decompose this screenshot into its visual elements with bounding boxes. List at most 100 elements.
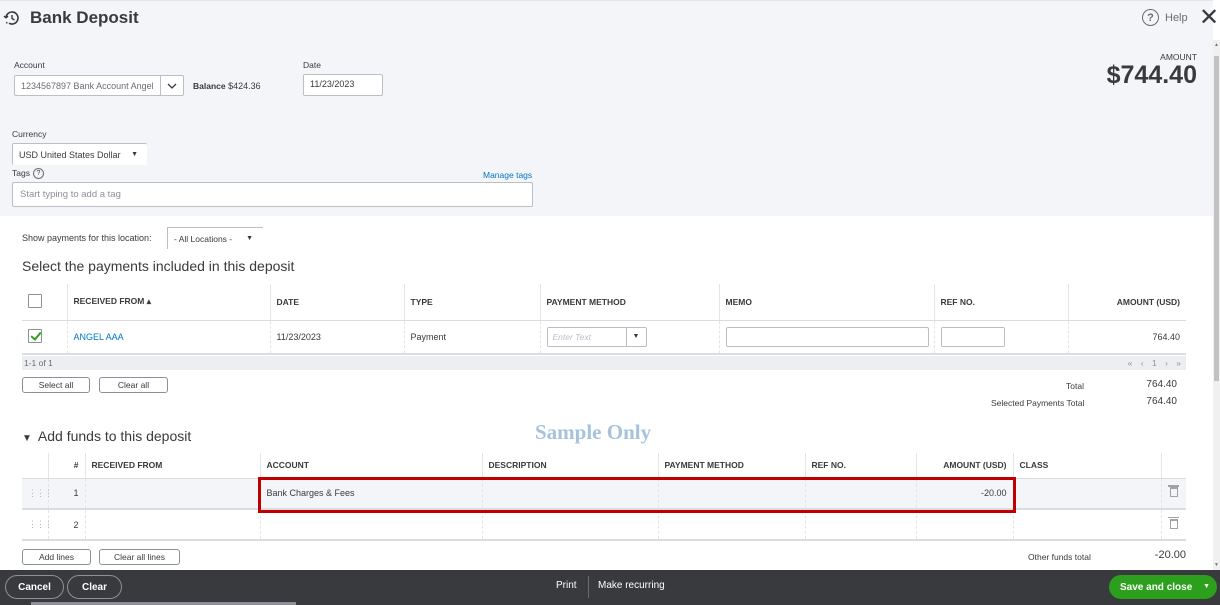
tags-label-wrap: Tags? — [12, 168, 44, 180]
add-funds-toggle[interactable]: ▼ Add funds to this deposit — [22, 428, 191, 444]
close-icon[interactable]: ✕ — [1199, 6, 1219, 30]
select-all-button[interactable]: Select all — [22, 377, 90, 393]
page-title: Bank Deposit — [30, 8, 139, 27]
sample-watermark: Sample Only — [535, 420, 652, 444]
balance-label: Balance — [193, 81, 226, 91]
caret-down-icon[interactable]: ▼ — [1203, 583, 1210, 590]
help-label: Help — [1165, 11, 1188, 24]
payment-type: Payment — [403, 320, 540, 355]
column-header-memo[interactable]: MEMO — [718, 284, 934, 321]
account-select[interactable]: 1234567897 Bank Account Angel — [14, 75, 184, 96]
received-from-cell[interactable] — [84, 509, 260, 541]
pagination-bar: 1-1 of 1 « ‹ 1 › » — [22, 356, 1186, 370]
column-header-payment-method: PAYMENT METHOD — [657, 453, 805, 479]
amount-cell[interactable] — [915, 509, 1013, 541]
recent-transactions-icon[interactable] — [3, 9, 21, 27]
collapse-caret-icon: ▼ — [22, 433, 32, 444]
column-header-payment-method[interactable]: PAYMENT METHOD — [539, 284, 719, 321]
ref-no-cell[interactable] — [804, 509, 916, 541]
total-value: 764.40 — [1146, 379, 1177, 390]
trash-icon[interactable] — [1167, 516, 1179, 529]
last-page-button[interactable]: » — [1176, 358, 1184, 368]
payment-amount: 764.40 — [1067, 320, 1186, 355]
account-value: 1234567897 Bank Account Angel — [21, 80, 154, 91]
account-cell[interactable]: Bank Charges & Fees — [259, 478, 482, 510]
clear-all-lines-button[interactable]: Clear all lines — [99, 549, 180, 565]
print-button[interactable]: Print — [556, 580, 577, 591]
column-header-account: ACCOUNT — [259, 453, 482, 479]
column-header-ref-no: REF NO. — [804, 453, 916, 479]
received-from-cell[interactable] — [84, 478, 260, 510]
footer-divider — [588, 576, 589, 598]
tags-label: Tags — [12, 168, 30, 178]
column-header-received-from: RECEIVED FROM — [84, 453, 260, 479]
selected-total-label: Selected Payments Total — [991, 398, 1085, 408]
clear-all-button[interactable]: Clear all — [99, 377, 168, 393]
balance-value: $424.36 — [228, 81, 261, 91]
table-row[interactable]: ⋮⋮⋮ 1 Bank Charges & Fees -20.00 — [22, 478, 1186, 510]
amount-cell[interactable]: -20.00 — [915, 478, 1013, 510]
memo-input[interactable] — [725, 326, 929, 347]
column-header-number: # — [47, 453, 85, 479]
received-from-link[interactable]: ANGEL AAA — [74, 332, 124, 342]
column-header-amount: AMOUNT (USD) — [915, 453, 1013, 479]
currency-label: Currency — [12, 129, 47, 139]
total-label: Total — [1066, 381, 1084, 391]
prev-page-button[interactable]: ‹ — [1141, 358, 1147, 368]
payments-table: RECEIVED FROM ▴ DATE TYPE PAYMENT METHOD… — [22, 284, 1186, 355]
help-button[interactable]: ? Help — [1142, 9, 1188, 26]
next-page-button[interactable]: › — [1165, 358, 1171, 368]
payment-method-cell[interactable] — [657, 509, 805, 541]
ref-no-cell[interactable] — [804, 478, 916, 510]
description-cell[interactable] — [481, 478, 658, 510]
date-label: Date — [303, 60, 321, 70]
question-circle-icon[interactable]: ? — [32, 168, 44, 180]
drag-handle-icon[interactable]: ⋮⋮⋮ — [28, 519, 53, 529]
location-filter-label: Show payments for this location: — [22, 233, 152, 243]
class-cell[interactable] — [1012, 478, 1161, 510]
description-cell[interactable] — [481, 509, 658, 541]
scroll-up-icon[interactable]: ▲ — [1214, 42, 1219, 48]
first-page-button[interactable]: « — [1128, 358, 1136, 368]
column-header-ref-no[interactable]: REF NO. — [933, 284, 1068, 321]
location-select[interactable]: - All Locations - ▼ — [167, 227, 263, 249]
select-all-checkbox[interactable] — [28, 293, 42, 308]
clear-button[interactable]: Clear — [67, 575, 122, 599]
line-number: 2 — [47, 509, 85, 541]
account-cell[interactable] — [259, 509, 482, 541]
save-and-close-button[interactable]: Save and close ▼ — [1109, 575, 1217, 599]
tags-input[interactable]: Start typing to add a tag — [12, 182, 533, 207]
payment-method-select[interactable]: Enter Text ▼ — [546, 326, 647, 347]
amount-total: $744.40 — [1106, 61, 1197, 89]
column-header-received-from[interactable]: RECEIVED FROM ▴ — [66, 284, 270, 321]
add-lines-button[interactable]: Add lines — [22, 549, 91, 565]
drag-handle-icon[interactable]: ⋮⋮⋮ — [28, 488, 53, 498]
payment-method-cell[interactable] — [657, 478, 805, 510]
funds-table: # RECEIVED FROM ACCOUNT DESCRIPTION PAYM… — [22, 453, 1186, 541]
add-funds-title: Add funds to this deposit — [37, 428, 192, 444]
question-circle-icon: ? — [1142, 9, 1159, 26]
column-header-type[interactable]: TYPE — [403, 284, 540, 321]
vertical-scrollbar[interactable]: ▲ ▼ — [1213, 40, 1220, 570]
selected-total-value: 764.40 — [1146, 396, 1177, 407]
save-and-close-label: Save and close — [1120, 581, 1193, 593]
scroll-down-icon[interactable]: ▼ — [1214, 562, 1219, 568]
currency-select[interactable]: USD United States Dollar ▼ — [12, 143, 147, 165]
other-funds-total-value: -20.00 — [1154, 549, 1186, 561]
account-balance: Balance $424.36 — [193, 81, 261, 91]
column-header-date[interactable]: DATE — [269, 284, 404, 321]
ref-no-input[interactable] — [940, 326, 1005, 347]
date-input[interactable]: 11/23/2023 — [303, 74, 383, 96]
scrollbar-thumb[interactable] — [1214, 56, 1219, 381]
trash-icon[interactable] — [1167, 485, 1179, 498]
table-row[interactable]: ⋮⋮⋮ 2 — [22, 509, 1186, 541]
chevron-down-icon[interactable] — [160, 76, 183, 95]
cancel-button[interactable]: Cancel — [5, 575, 64, 599]
current-page[interactable]: 1 — [1152, 358, 1160, 368]
row-checkbox[interactable] — [28, 328, 42, 343]
class-cell[interactable] — [1012, 509, 1161, 541]
make-recurring-button[interactable]: Make recurring — [598, 580, 665, 591]
manage-tags-link[interactable]: Manage tags — [483, 170, 532, 180]
payments-header-row: RECEIVED FROM ▴ DATE TYPE PAYMENT METHOD… — [22, 284, 1186, 321]
column-header-amount[interactable]: AMOUNT (USD) — [1067, 284, 1186, 321]
